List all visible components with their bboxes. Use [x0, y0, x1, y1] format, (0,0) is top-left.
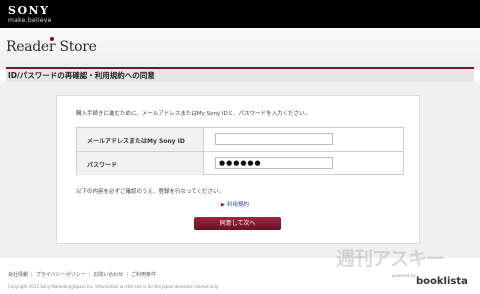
- logo-dot-icon: [50, 37, 54, 41]
- footer-separator: |: [126, 272, 128, 278]
- password-row: パスワード ●●●●●●: [77, 151, 403, 175]
- password-label-cell: パスワード: [77, 152, 204, 175]
- footer-links: 会社情報 | プライバシーポリシー | お問い合わせ | ご利用条件: [8, 271, 156, 278]
- login-form: メールアドレスまたはMy Sony ID パスワード ●●●●●●: [76, 127, 404, 175]
- password-field[interactable]: ●●●●●●: [215, 157, 333, 169]
- arrow-right-icon: ▶: [221, 202, 225, 208]
- booklista-logo: booklista: [416, 276, 468, 287]
- notice-text: 以下の内容を必ずご確認のうえ、登録を行なってください。: [76, 189, 225, 195]
- footer-separator: |: [88, 272, 91, 278]
- footer-link-company[interactable]: 会社情報: [8, 272, 28, 278]
- top-bar: [0, 0, 480, 28]
- intro-text: 購入手続きに進むために、メールアドレスまたはMy Sony IDと、パスワードを…: [76, 111, 311, 117]
- email-field[interactable]: [215, 133, 333, 145]
- footer-link-contact[interactable]: お問い合わせ: [93, 272, 123, 278]
- password-label: パスワード: [87, 162, 118, 169]
- email-row: メールアドレスまたはMy Sony ID: [77, 128, 403, 151]
- copyright: Copyright 2012 Sony Marketing(Japan) Inc…: [8, 284, 219, 289]
- powered-by-text: powered by: [392, 273, 416, 278]
- agree-next-button[interactable]: 同意して次へ: [194, 217, 281, 230]
- email-label: メールアドレスまたはMy Sony ID: [87, 138, 185, 145]
- footer-link-terms[interactable]: ご利用条件: [131, 272, 156, 278]
- terms-link[interactable]: ▶ 利用規約: [221, 200, 249, 208]
- footer-link-privacy[interactable]: プライバシーポリシー: [36, 272, 86, 278]
- email-label-cell: メールアドレスまたはMy Sony ID: [77, 128, 204, 151]
- reader-store-logo-text: Reader Store: [6, 39, 97, 55]
- sony-tagline: make.believe: [8, 17, 52, 24]
- watermark: 週刊アスキー: [336, 248, 445, 270]
- reader-store-logo[interactable]: Reader Store: [6, 37, 97, 55]
- terms-link-label: 利用規約: [226, 202, 249, 208]
- page-title: ID/パスワードの再確認・利用規約への同意: [8, 71, 155, 80]
- sony-logo[interactable]: SONY: [8, 4, 49, 17]
- footer-separator: |: [31, 272, 33, 278]
